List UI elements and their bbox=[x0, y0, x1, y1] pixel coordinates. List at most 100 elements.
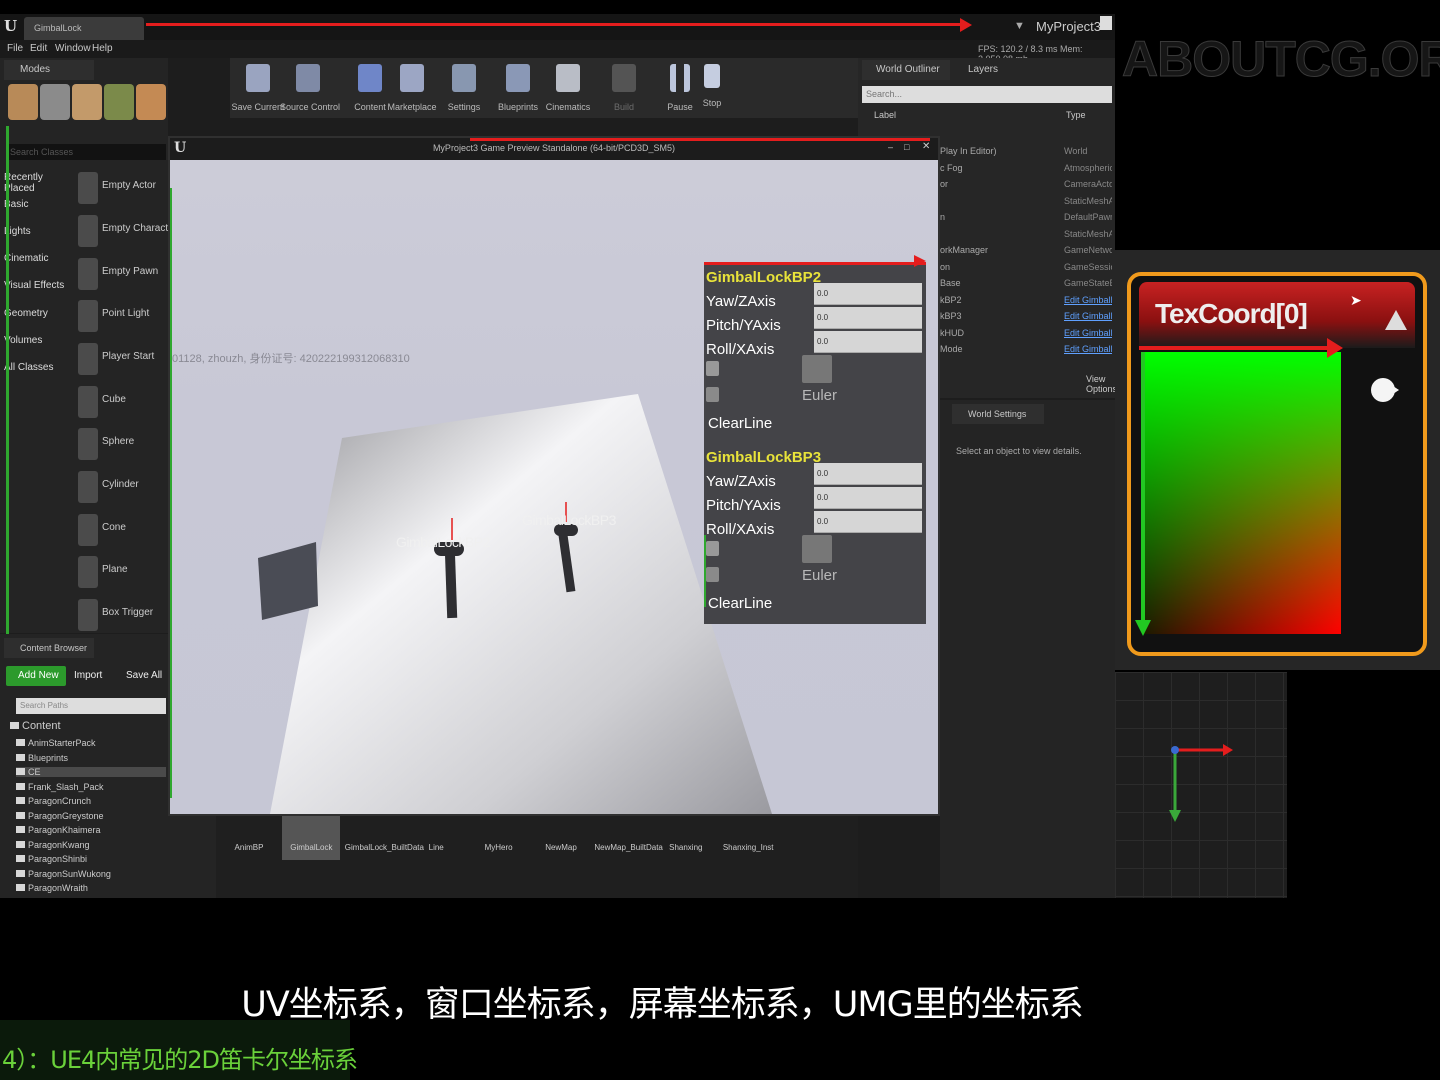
category-visual-effects[interactable]: Visual Effects bbox=[4, 280, 74, 291]
content-root-folder[interactable]: Content bbox=[10, 720, 61, 732]
source-control-icon[interactable]: ▼ bbox=[1014, 20, 1025, 32]
search-paths-input[interactable]: Search Paths bbox=[16, 698, 166, 714]
edit-blueprint-link[interactable]: Edit GimbalLockBP3 bbox=[1064, 311, 1112, 321]
column-type[interactable]: Type bbox=[1066, 110, 1086, 120]
outliner-row[interactable]: n DefaultPawn bbox=[940, 212, 1112, 228]
yaw-input-bp3[interactable]: 0.0 bbox=[814, 463, 922, 485]
outliner-row[interactable]: StaticMeshActor bbox=[940, 196, 1112, 212]
place-point-light[interactable]: Point Light bbox=[78, 296, 166, 336]
roll-input-bp3[interactable]: 0.0 bbox=[814, 511, 922, 533]
collapse-triangle-icon[interactable] bbox=[1385, 310, 1407, 330]
paint-mode-icon[interactable] bbox=[40, 84, 70, 120]
minimize-icon[interactable] bbox=[1100, 16, 1112, 30]
output-pin[interactable] bbox=[1371, 378, 1395, 402]
source-control-button[interactable]: Source Control bbox=[280, 58, 340, 118]
place-empty-actor[interactable]: Empty Actor bbox=[78, 168, 166, 208]
outliner-row[interactable]: Play In Editor) World bbox=[940, 146, 1112, 162]
marketplace-button[interactable]: Marketplace bbox=[384, 58, 440, 118]
folder-item[interactable]: Blueprints bbox=[16, 753, 68, 763]
outliner-row[interactable]: Mode Edit GimbalLockMode bbox=[940, 344, 1112, 360]
texcoord-node[interactable]: TexCoord[0] bbox=[1127, 272, 1427, 656]
save-current-button[interactable]: Save Current bbox=[230, 58, 286, 118]
minimize-icon[interactable]: – bbox=[888, 142, 893, 152]
maximize-icon[interactable]: □ bbox=[904, 142, 909, 152]
outliner-row[interactable]: StaticMeshActor bbox=[940, 229, 1112, 245]
folder-item[interactable]: AnimStarterPack bbox=[16, 738, 96, 748]
folder-item[interactable]: ParagonGreystone bbox=[16, 811, 104, 821]
modes-tab[interactable]: Modes bbox=[4, 60, 94, 80]
folder-item[interactable]: ParagonShinbi bbox=[16, 854, 87, 864]
category-all-classes[interactable]: All Classes bbox=[4, 362, 74, 373]
place-cone[interactable]: Cone bbox=[78, 510, 166, 550]
outliner-row[interactable]: kBP3 Edit GimbalLockBP3 bbox=[940, 311, 1112, 327]
settings-button[interactable]: Settings bbox=[436, 58, 492, 118]
outliner-row[interactable]: Base GameStateBase bbox=[940, 278, 1112, 294]
folder-item[interactable]: ParagonKhaimera bbox=[16, 825, 101, 835]
place-player-start[interactable]: Player Start bbox=[78, 339, 166, 379]
blueprints-button[interactable]: Blueprints bbox=[490, 58, 546, 118]
place-cylinder[interactable]: Cylinder bbox=[78, 467, 166, 507]
euler-toggle-bp3[interactable] bbox=[802, 535, 832, 563]
import-button[interactable]: Import bbox=[74, 666, 102, 686]
view-options-button[interactable]: View Options bbox=[1086, 374, 1115, 394]
outliner-row[interactable]: kHUD Edit GimbalLockHUD bbox=[940, 328, 1112, 344]
world-settings-tab[interactable]: World Settings bbox=[952, 404, 1044, 424]
edit-blueprint-link[interactable]: Edit GimbalLockHUD bbox=[1064, 328, 1112, 338]
category-geometry[interactable]: Geometry bbox=[4, 308, 74, 319]
outliner-row[interactable]: c Fog AtmosphericFog bbox=[940, 163, 1112, 179]
outliner-row[interactable]: on GameSession bbox=[940, 262, 1112, 278]
edit-blueprint-link[interactable]: Edit GimbalLockMode bbox=[1064, 344, 1112, 354]
category-volumes[interactable]: Volumes bbox=[4, 335, 74, 346]
place-empty-pawn[interactable]: Empty Pawn bbox=[78, 254, 166, 294]
column-label[interactable]: Label bbox=[874, 110, 896, 120]
folder-item[interactable]: ParagonSunWukong bbox=[16, 869, 111, 879]
roll-input-bp2[interactable]: 0.0 bbox=[814, 331, 922, 353]
folder-item[interactable]: ParagonKwang bbox=[16, 840, 90, 850]
pitch-input-bp2[interactable]: 0.0 bbox=[814, 307, 922, 329]
outliner-row[interactable]: or CameraActor bbox=[940, 179, 1112, 195]
place-cube[interactable]: Cube bbox=[78, 382, 166, 422]
close-icon[interactable]: ✕ bbox=[922, 141, 930, 152]
folder-item[interactable]: Frank_Slash_Pack bbox=[16, 782, 104, 792]
place-empty-character[interactable]: Empty Character bbox=[78, 211, 177, 251]
layers-tab[interactable]: Layers bbox=[954, 60, 1014, 80]
place-sphere[interactable]: Sphere bbox=[78, 424, 166, 464]
outliner-row[interactable]: kBP2 Edit GimbalLockBP2 bbox=[940, 295, 1112, 311]
pitch-input-bp3[interactable]: 0.0 bbox=[814, 487, 922, 509]
search-classes-input[interactable]: Search Classes bbox=[6, 144, 166, 160]
menu-help[interactable]: Help bbox=[92, 43, 113, 54]
checkbox-bp3-b[interactable] bbox=[706, 567, 719, 582]
checkbox-bp3-a[interactable] bbox=[706, 541, 719, 556]
save-all-button[interactable]: Save All bbox=[126, 666, 162, 686]
world-outliner-tab[interactable]: World Outliner bbox=[862, 60, 950, 80]
checkbox-bp2-a[interactable] bbox=[706, 361, 719, 376]
level-tab[interactable]: GimbalLock bbox=[24, 17, 144, 40]
folder-item[interactable]: ParagonWraith bbox=[16, 883, 88, 893]
build-button[interactable]: Build bbox=[596, 58, 652, 118]
clearline-button-bp2[interactable]: ClearLine bbox=[708, 415, 772, 432]
landscape-mode-icon[interactable] bbox=[72, 84, 102, 120]
content-browser-tab[interactable]: Content Browser bbox=[4, 638, 94, 658]
folder-item[interactable]: ParagonCrunch bbox=[16, 796, 91, 806]
geometry-mode-icon[interactable] bbox=[136, 84, 166, 120]
euler-toggle-bp2[interactable] bbox=[802, 355, 832, 383]
outliner-search-input[interactable]: Search... bbox=[862, 86, 1112, 103]
place-plane[interactable]: Plane bbox=[78, 552, 166, 592]
category-basic[interactable]: Basic bbox=[4, 199, 74, 210]
add-new-button[interactable]: Add New bbox=[6, 666, 66, 686]
foliage-mode-icon[interactable] bbox=[104, 84, 134, 120]
category-cinematic[interactable]: Cinematic bbox=[4, 253, 74, 264]
cinematics-button[interactable]: Cinematics bbox=[540, 58, 596, 118]
category-lights[interactable]: Lights bbox=[4, 226, 74, 237]
place-mode-icon[interactable] bbox=[8, 84, 38, 120]
menu-edit[interactable]: Edit bbox=[30, 43, 47, 54]
menu-window[interactable]: Window bbox=[55, 43, 91, 54]
place-box-trigger[interactable]: Box Trigger bbox=[78, 595, 166, 635]
checkbox-bp2-b[interactable] bbox=[706, 387, 719, 402]
game-viewport[interactable]: GimbalLockBP2 GimbalLockBP3 01128, zhouz… bbox=[170, 160, 938, 814]
menu-file[interactable]: File bbox=[7, 43, 23, 54]
category-recently-placed[interactable]: Recently Placed bbox=[4, 172, 74, 194]
stop-button[interactable]: Stop bbox=[684, 58, 740, 118]
folder-item[interactable]: CE bbox=[16, 767, 166, 777]
edit-blueprint-link[interactable]: Edit GimbalLockBP2 bbox=[1064, 295, 1112, 305]
